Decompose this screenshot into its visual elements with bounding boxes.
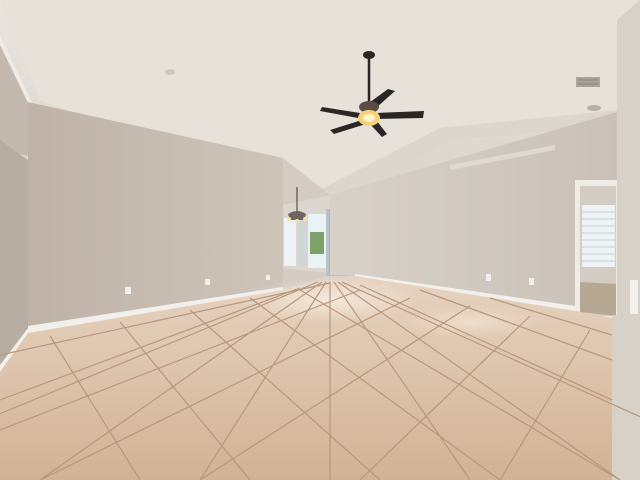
vent-icon bbox=[576, 77, 600, 87]
outlet-icon bbox=[486, 274, 491, 281]
outlet-icon bbox=[125, 287, 131, 294]
side-window bbox=[284, 218, 296, 266]
room-scene bbox=[0, 0, 640, 480]
outlet-icon bbox=[266, 275, 270, 280]
outlet-icon bbox=[529, 278, 534, 285]
light-switch bbox=[630, 280, 638, 314]
recessed-light bbox=[165, 69, 175, 75]
window-blinds bbox=[582, 205, 615, 267]
outlet-icon bbox=[205, 279, 210, 285]
doorway bbox=[575, 180, 617, 318]
